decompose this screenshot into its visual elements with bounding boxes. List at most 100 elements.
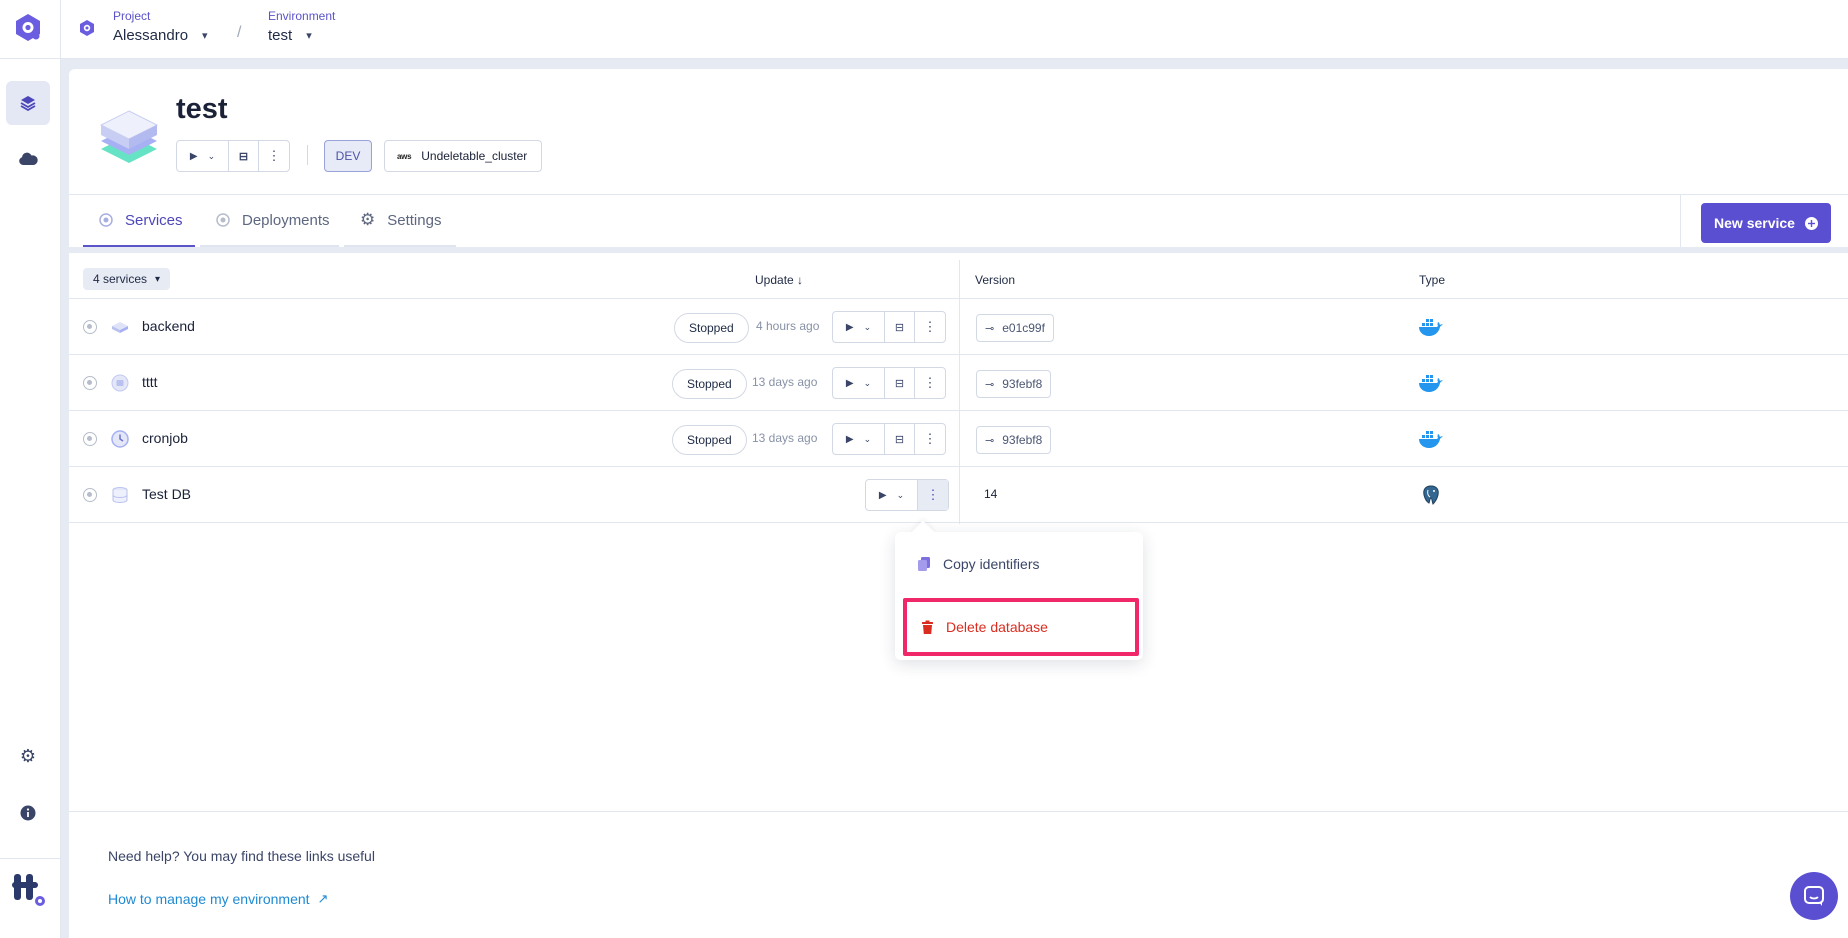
logs-button[interactable]: ⊟ [229,141,259,171]
main-panel: test ▶ ⌄ ⊟ ⋮ DEV aws Undeletable_cluster… [69,69,1848,938]
deploy-button[interactable]: ▶ ⌄ [833,424,885,454]
version-column-header: Version [975,273,1016,287]
status-circle-icon [99,213,113,227]
qovery-logo-icon[interactable] [13,12,43,42]
chevron-down-icon: ⌄ [863,433,872,444]
play-icon: ▶ [845,377,854,389]
chevron-down-icon: ⌄ [863,377,872,388]
table-header: 4 services ▾ Update ↓ Version Type [69,260,1848,299]
deploy-button[interactable]: ▶ ⌄ [833,312,885,342]
updated-time: 13 days ago [752,375,818,389]
docker-icon [1419,375,1443,392]
chevron-down-icon: ▾ [202,30,208,42]
layers-icon [20,96,36,112]
chevron-down-icon: ⌄ [207,150,216,161]
status-indicator [83,320,97,334]
tab-services-label: Services [125,211,183,229]
git-commit-icon: ⊸ [985,434,995,447]
status-badge: Stopped [674,313,749,343]
cluster-badge[interactable]: aws Undeletable_cluster [384,140,543,172]
project-icon [80,20,94,36]
settings-nav-button[interactable]: ⚙ [6,734,50,778]
service-name[interactable]: tttt [142,374,158,390]
tab-settings-label: Settings [387,211,442,229]
deploy-button[interactable]: ▶ ⌄ [177,141,229,171]
clusters-nav-button[interactable] [6,137,50,181]
table-row[interactable]: cronjob Stopped 13 days ago ▶ ⌄ ⊟ ⋮ ⊸ 93… [69,411,1848,467]
database-icon [112,487,128,504]
environment-label: Environment [268,9,336,23]
postgresql-icon [1423,485,1439,505]
logs-button[interactable]: ⊟ [885,368,915,398]
table-row[interactable]: backend Stopped 4 hours ago ▶ ⌄ ⊟ ⋮ ⊸ e0… [69,299,1848,355]
chevron-down-icon: ⌄ [896,489,905,500]
service-name[interactable]: backend [142,318,195,334]
cloud-icon [19,152,38,165]
chevron-down-icon: ⌄ [863,321,872,332]
services-count-label: 4 services [93,272,148,286]
environment-mode-badge: DEV [324,140,372,172]
service-name[interactable]: Test DB [142,486,191,502]
deploy-button[interactable]: ▶ ⌄ [866,480,918,510]
chevron-down-icon: ▾ [155,273,161,285]
external-link-icon: ↗ [317,891,329,906]
more-actions-button[interactable]: ⋮ [915,312,945,342]
new-service-label: New service [1714,215,1795,231]
project-selector[interactable]: Project Alessandro ▾ [113,9,208,44]
environments-nav-button[interactable] [6,81,50,125]
service-actions-group: ▶ ⌄ ⋮ [865,479,949,511]
logs-icon: ⊟ [894,433,905,446]
status-indicator [83,432,97,446]
gear-icon: ⚙ [19,745,37,766]
chat-icon [1804,886,1824,906]
rail-divider-bottom [0,858,61,859]
environment-selector[interactable]: Environment test ▾ [268,9,335,44]
application-icon [112,322,128,333]
environment-value: test [268,27,293,44]
container-icon [111,374,129,392]
help-link[interactable]: How to manage my environment ↗ [108,891,328,907]
environment-actions-group: ▶ ⌄ ⊟ ⋮ [176,140,290,172]
logs-button[interactable]: ⊟ [885,424,915,454]
logs-button[interactable]: ⊟ [885,312,915,342]
service-actions-group: ▶ ⌄ ⊟ ⋮ [832,311,946,343]
tab-settings[interactable]: ⚙ Settings [344,195,456,247]
info-nav-button[interactable] [6,791,50,835]
service-name[interactable]: cronjob [142,430,188,446]
chat-support-button[interactable] [1790,872,1838,920]
aws-icon: aws [397,151,412,161]
delete-database-menu-item[interactable]: Delete database [903,598,1139,656]
environment-illustration-icon [99,110,159,163]
services-table: 4 services ▾ Update ↓ Version Type backe… [69,260,1848,524]
version-badge[interactable]: ⊸ 93febf8 [976,426,1052,454]
logs-icon: ⊟ [238,150,249,163]
service-actions-menu: Copy identifiers Delete database [895,532,1143,660]
organization-logo-icon[interactable] [10,870,50,910]
more-actions-button[interactable]: ⋮ [259,141,289,171]
more-actions-button[interactable]: ⋮ [918,480,948,510]
deploy-button[interactable]: ▶ ⌄ [833,368,885,398]
new-service-button[interactable]: New service [1701,203,1831,243]
updated-time: 4 hours ago [756,319,820,333]
version-badge[interactable]: ⊸ e01c99f [976,314,1054,342]
more-actions-button[interactable]: ⋮ [915,368,945,398]
table-row[interactable]: tttt Stopped 13 days ago ▶ ⌄ ⊟ ⋮ ⊸ 93feb… [69,355,1848,411]
tab-deployments[interactable]: Deployments [200,195,339,247]
status-indicator [83,376,97,390]
more-actions-button[interactable]: ⋮ [915,424,945,454]
copy-icon [918,557,930,571]
version-badge[interactable]: ⊸ 93febf8 [976,370,1052,398]
header-divider [307,145,308,165]
project-value: Alessandro [113,27,189,44]
service-actions-group: ▶ ⌄ ⊟ ⋮ [832,423,946,455]
arrow-down-icon: ↓ [797,273,804,287]
tab-services[interactable]: Services [83,195,195,247]
project-label: Project [113,9,151,23]
services-count-button[interactable]: 4 services ▾ [83,268,171,290]
table-row[interactable]: Test DB ▶ ⌄ ⋮ 14 [69,467,1848,523]
update-column-header[interactable]: Update ↓ [755,273,803,287]
chevron-down-icon: ▾ [306,30,312,42]
copy-identifiers-menu-item[interactable]: Copy identifiers [895,540,1143,588]
copy-identifiers-label: Copy identifiers [943,556,1040,572]
git-commit-icon: ⊸ [985,322,995,335]
